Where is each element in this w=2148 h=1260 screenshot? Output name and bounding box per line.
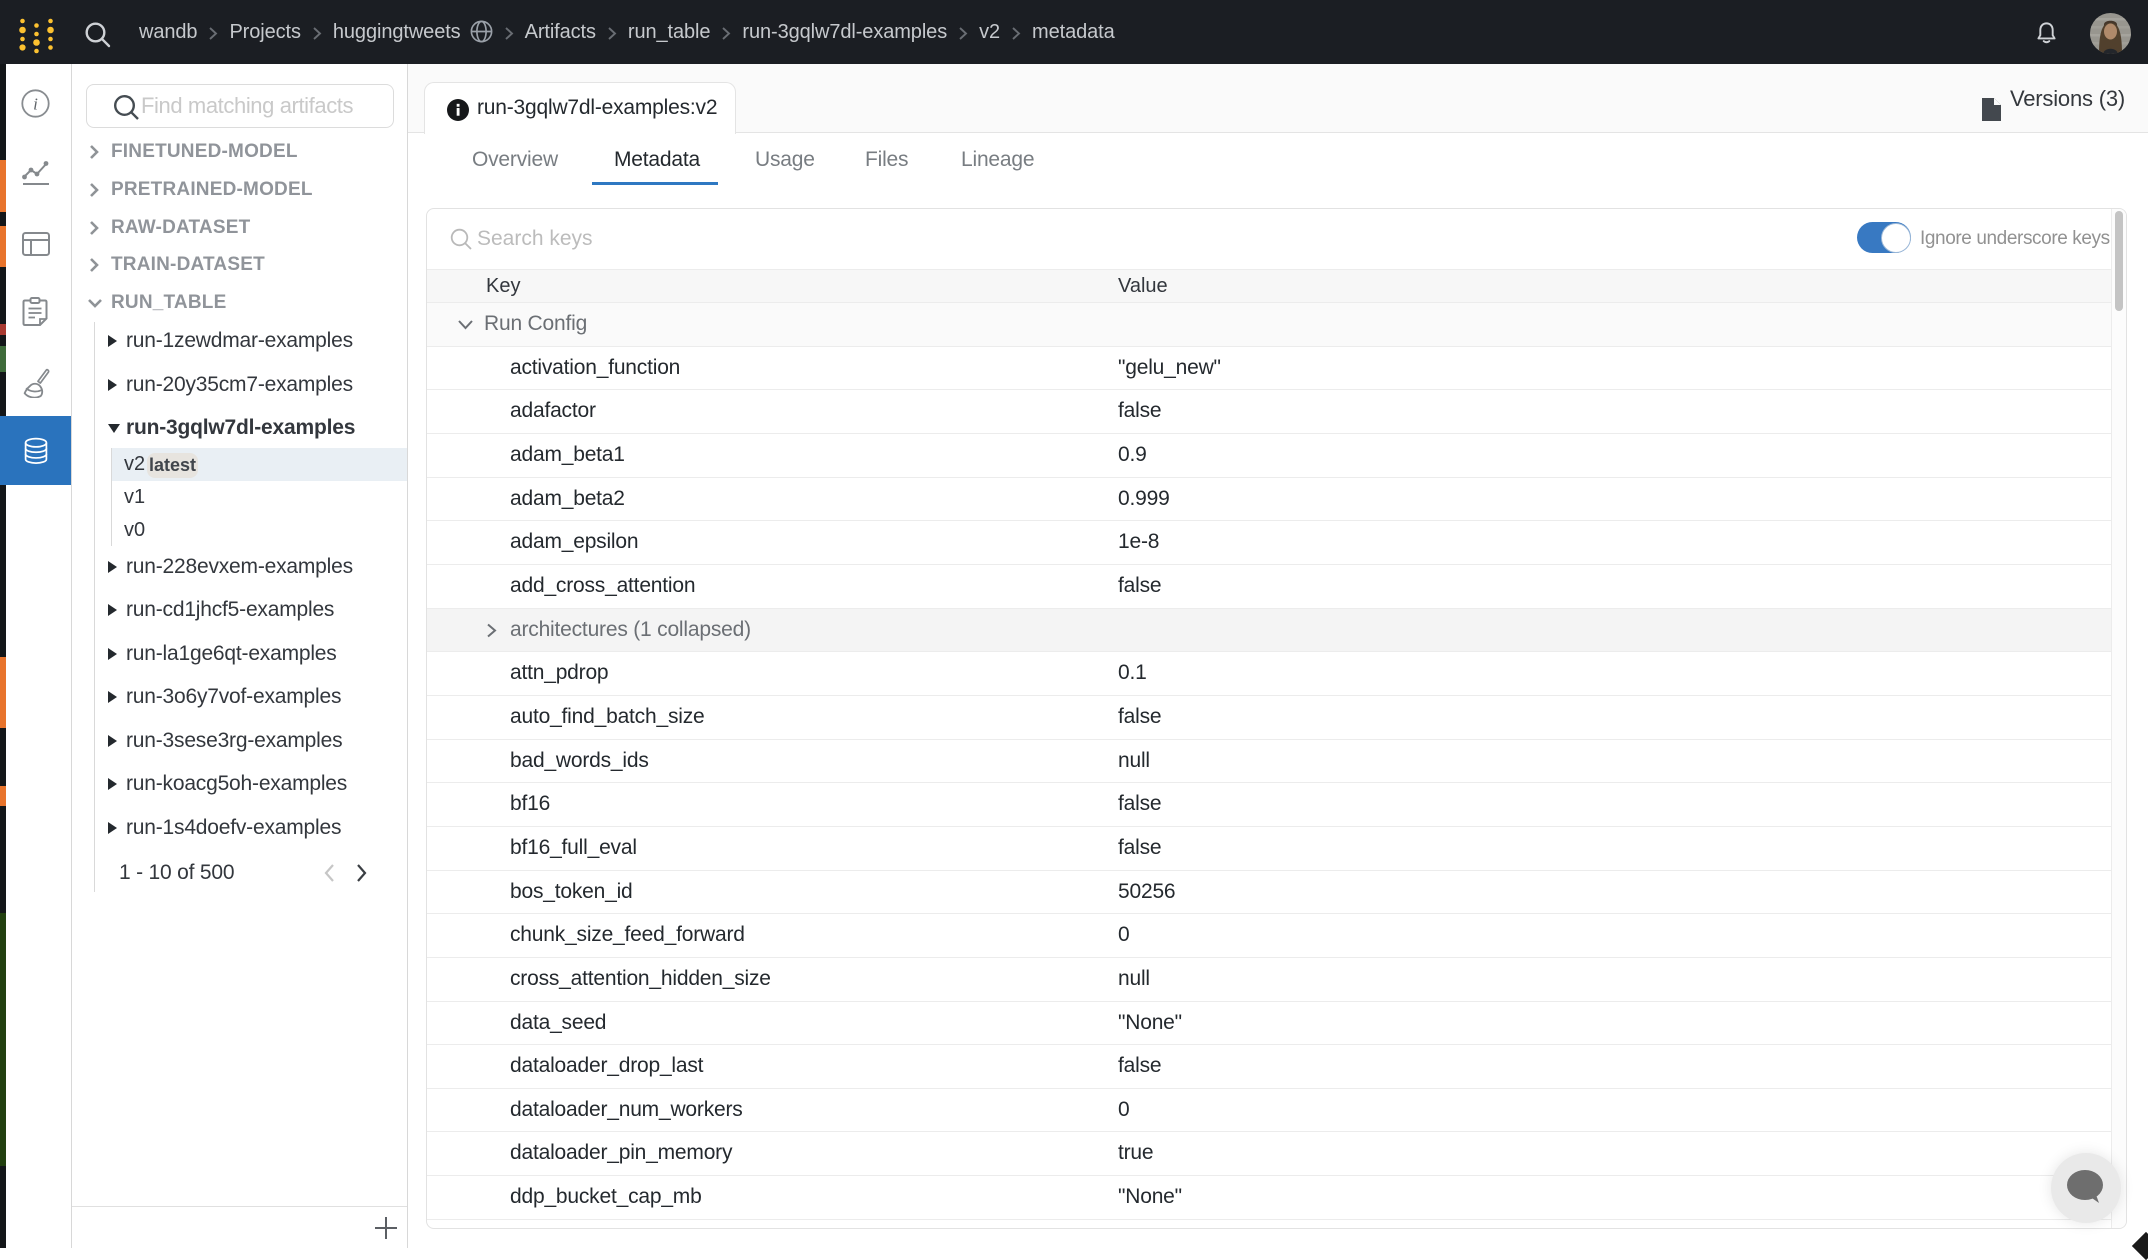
svg-text:i: i <box>33 95 38 114</box>
